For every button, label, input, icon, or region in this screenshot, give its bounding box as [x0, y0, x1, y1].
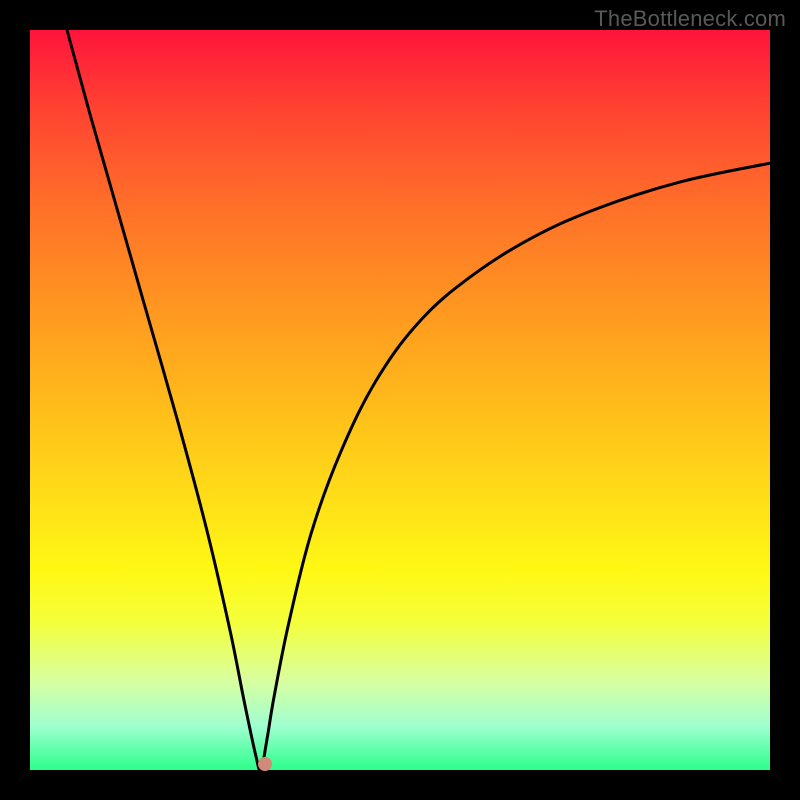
watermark-text: TheBottleneck.com — [594, 6, 786, 32]
bottleneck-curve — [30, 30, 770, 770]
plot-area — [30, 30, 770, 770]
optimum-marker — [258, 757, 272, 771]
chart-frame: TheBottleneck.com — [0, 0, 800, 800]
curve-path — [67, 30, 770, 771]
